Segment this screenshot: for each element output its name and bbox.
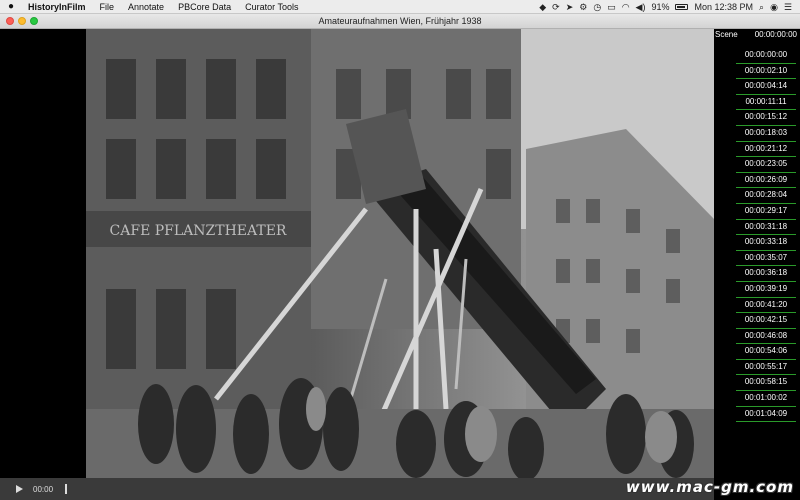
scene-header-label: Scene [715,30,738,39]
search-icon[interactable]: ⌕ [759,1,764,13]
main-content: CAFE PFLANZTHEATER Scene 00:00:00:00 00:… [0,29,800,500]
watermark: www.mac-gm.com [625,478,794,496]
scene-item[interactable]: 00:00:28:04 [736,188,796,204]
status-area: ◆ ⟳ ➤ ⚙ ◷ ▭ ◠ ◀) 91% Mon 12:38 PM ⌕ ◉ ☰ [539,1,800,13]
scene-header: Scene 00:00:00:00 [714,29,800,40]
scene-item[interactable]: 00:00:55:17 [736,360,796,376]
window-title: Amateuraufnahmen Wien, Frühjahr 1938 [318,16,482,26]
scene-list: 00:00:00:00 00:00:02:10 00:00:04:14 00:0… [714,40,800,423]
play-button[interactable] [16,485,23,493]
sync-icon[interactable]: ⟳ [552,1,560,13]
menu-bar: ● HistoryInFilm File Annotate PBCore Dat… [0,0,800,14]
scene-item[interactable]: 00:00:02:10 [736,64,796,80]
scene-item[interactable]: 00:00:54:06 [736,344,796,360]
scene-panel: Scene 00:00:00:00 00:00:00:00 00:00:02:1… [714,29,800,500]
playhead-scrubber[interactable] [65,484,67,494]
scene-item[interactable]: 00:00:00:00 [736,48,796,64]
film-still-image: CAFE PFLANZTHEATER [86,29,714,478]
menu-file[interactable]: File [93,2,122,12]
video-frame[interactable]: CAFE PFLANZTHEATER [86,29,714,478]
scene-item[interactable]: 00:00:26:09 [736,173,796,189]
scene-item[interactable]: 00:00:36:18 [736,266,796,282]
window-titlebar: Amateuraufnahmen Wien, Frühjahr 1938 [0,14,800,29]
scene-item[interactable]: 00:01:04:09 [736,407,796,423]
scene-item[interactable]: 00:00:35:07 [736,251,796,267]
scene-item[interactable]: 00:00:41:20 [736,298,796,314]
scene-item[interactable]: 00:00:42:15 [736,313,796,329]
clock[interactable]: Mon 12:38 PM [694,1,753,13]
cafe-sign-text: CAFE PFLANZTHEATER [110,223,287,239]
location-icon[interactable]: ➤ [566,1,574,13]
volume-icon[interactable]: ◀) [636,1,646,13]
player-controls: 00:00 [0,478,714,500]
apple-menu-icon[interactable]: ● [0,1,22,12]
keyboard-icon[interactable]: ▭ [607,1,616,13]
time-machine-icon[interactable]: ◷ [593,1,601,13]
zoom-window-button[interactable] [30,17,38,25]
scene-item[interactable]: 00:00:15:12 [736,110,796,126]
scene-item[interactable]: 00:00:18:03 [736,126,796,142]
window-controls [6,17,38,25]
scene-item[interactable]: 00:00:11:11 [736,95,796,111]
battery-icon[interactable] [675,3,689,10]
menu-curator-tools[interactable]: Curator Tools [238,2,305,12]
scene-item[interactable]: 00:01:00:02 [736,391,796,407]
dropbox-icon[interactable]: ◆ [539,1,546,13]
menu-pbcore-data[interactable]: PBCore Data [171,2,238,12]
menu-annotate[interactable]: Annotate [121,2,171,12]
scene-item[interactable]: 00:00:21:12 [736,142,796,158]
close-window-button[interactable] [6,17,14,25]
settings-icon[interactable]: ⚙ [579,1,587,13]
scene-item[interactable]: 00:00:31:18 [736,220,796,236]
scene-item[interactable]: 00:00:33:18 [736,235,796,251]
scene-item[interactable]: 00:00:58:15 [736,375,796,392]
battery-percent[interactable]: 91% [651,1,669,13]
scene-item[interactable]: 00:00:04:14 [736,79,796,95]
minimize-window-button[interactable] [18,17,26,25]
app-menu[interactable]: HistoryInFilm [22,2,93,12]
wifi-icon[interactable]: ◠ [622,1,630,13]
notification-center-icon[interactable]: ☰ [784,1,792,13]
scene-item[interactable]: 00:00:46:08 [736,329,796,345]
user-icon[interactable]: ◉ [770,1,778,13]
scene-item[interactable]: 00:00:29:17 [736,204,796,220]
scene-item[interactable]: 00:00:39:19 [736,282,796,298]
current-time: 00:00 [33,484,54,494]
scene-header-time: 00:00:00:00 [754,30,797,39]
scene-item[interactable]: 00:00:23:05 [736,157,796,173]
